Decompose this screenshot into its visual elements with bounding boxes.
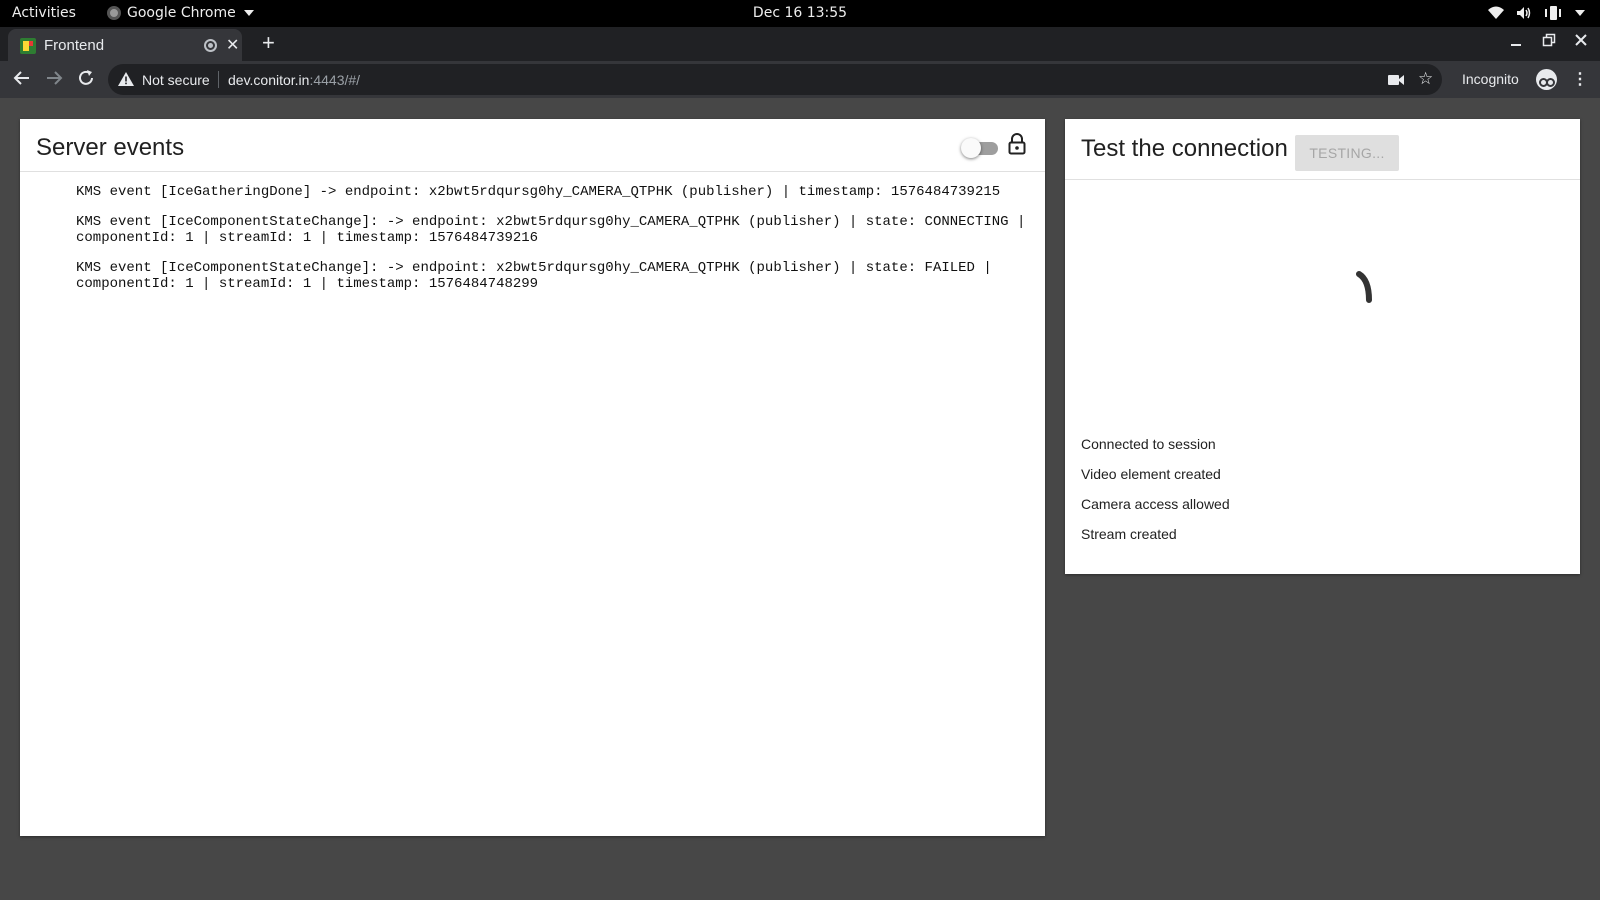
- profile-label[interactable]: Incognito: [1462, 71, 1519, 87]
- system-top-bar: Activities Google Chrome Dec 16 13:55: [0, 0, 1600, 27]
- events-toggle[interactable]: [961, 138, 998, 158]
- restore-icon[interactable]: [1542, 33, 1556, 52]
- server-events-card: Server events KMS event [IceGatheringDon…: [20, 119, 1045, 836]
- tab-title: Frontend: [44, 37, 105, 54]
- back-icon[interactable]: [12, 68, 32, 93]
- toggle-knob: [961, 138, 981, 158]
- server-events-title: Server events: [36, 134, 185, 161]
- close-tab-icon[interactable]: ✕: [226, 35, 239, 55]
- recording-indicator-icon: [204, 39, 217, 52]
- system-menu-chevron-icon: [1574, 9, 1586, 17]
- bookmark-star-icon[interactable]: ☆: [1418, 69, 1433, 89]
- url-path: :4443/#/: [309, 72, 361, 88]
- volume-icon: [1516, 6, 1532, 20]
- new-tab-button[interactable]: +: [262, 30, 275, 56]
- security-label[interactable]: Not secure: [142, 72, 210, 88]
- tab-strip: Frontend ✕ +: [0, 27, 1600, 61]
- system-tray[interactable]: [1488, 5, 1586, 21]
- favicon-icon: [20, 38, 36, 54]
- lock-open-icon[interactable]: [1008, 133, 1026, 160]
- divider: [218, 71, 219, 88]
- app-menu[interactable]: Google Chrome: [107, 5, 254, 21]
- event-entry: KMS event [IceComponentStateChange]: -> …: [76, 214, 1034, 246]
- activities-button[interactable]: Activities: [12, 5, 76, 21]
- step-item: Connected to session: [1081, 436, 1216, 452]
- camera-in-use-icon[interactable]: [1388, 73, 1404, 89]
- reload-icon[interactable]: [76, 68, 96, 93]
- events-log: KMS event [IceGatheringDone] -> endpoint…: [76, 184, 1026, 306]
- chevron-down-icon: [243, 10, 254, 16]
- tab-frontend[interactable]: Frontend ✕: [8, 29, 242, 61]
- url-text[interactable]: dev.conitor.in:4443/#/: [228, 72, 360, 88]
- minimize-icon[interactable]: [1510, 33, 1522, 52]
- event-entry: KMS event [IceComponentStateChange]: -> …: [76, 260, 1001, 292]
- wifi-icon: [1488, 6, 1504, 20]
- testing-button[interactable]: TESTING...: [1295, 135, 1399, 171]
- close-window-icon[interactable]: [1574, 33, 1588, 52]
- url-host: dev.conitor.in: [228, 72, 310, 88]
- event-entry: KMS event [IceGatheringDone] -> endpoint…: [76, 184, 1001, 200]
- incognito-icon[interactable]: [1536, 69, 1557, 90]
- connection-steps: Connected to session Video element creat…: [1081, 436, 1230, 556]
- server-events-header: Server events: [20, 119, 1045, 172]
- chrome-icon: [107, 6, 121, 20]
- more-menu-icon[interactable]: ⋮: [1572, 69, 1588, 89]
- step-item: Video element created: [1081, 466, 1221, 482]
- warning-icon[interactable]: [118, 72, 134, 89]
- forward-icon[interactable]: [44, 68, 64, 93]
- step-item: Camera access allowed: [1081, 496, 1230, 512]
- loading-spinner-icon: [1355, 270, 1377, 311]
- app-name: Google Chrome: [127, 5, 236, 21]
- battery-icon: [1544, 5, 1562, 21]
- browser-toolbar: Not secure dev.conitor.in:4443/#/ ☆ Inco…: [0, 61, 1600, 98]
- step-item: Stream created: [1081, 526, 1177, 542]
- address-bar[interactable]: Not secure dev.conitor.in:4443/#/ ☆: [108, 64, 1442, 95]
- test-connection-title: Test the connection: [1081, 135, 1288, 162]
